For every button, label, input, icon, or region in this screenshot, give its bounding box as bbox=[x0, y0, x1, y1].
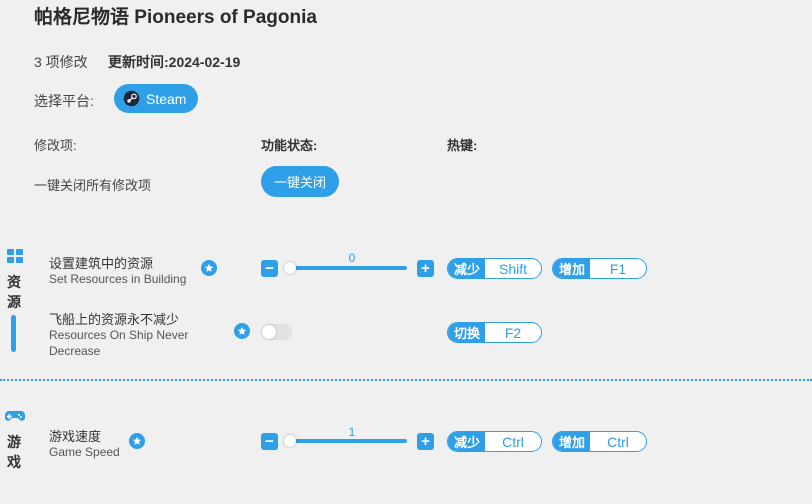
hotkey-action: 增加 bbox=[553, 432, 591, 451]
hotkey-increase[interactable]: 增加 F1 bbox=[552, 258, 647, 279]
favorite-star-icon[interactable] bbox=[201, 260, 217, 276]
increase-button[interactable]: + bbox=[417, 433, 434, 450]
slider-knob[interactable] bbox=[284, 435, 296, 447]
category-resources-char-2: 源 bbox=[7, 294, 21, 310]
category-resources-char-1: 资 bbox=[7, 274, 21, 290]
slider-knob[interactable] bbox=[284, 262, 296, 274]
category-game-char-1: 游 bbox=[7, 434, 21, 450]
decrease-button[interactable]: − bbox=[261, 260, 278, 277]
column-state-header: 功能状态: bbox=[261, 138, 318, 153]
steam-label: Steam bbox=[146, 90, 187, 107]
update-date: 更新时间:2024-02-19 bbox=[108, 54, 241, 70]
hotkey-toggle[interactable]: 切换 F2 bbox=[447, 322, 542, 343]
option-label-en-line2: Decrease bbox=[49, 344, 101, 358]
steam-platform-button[interactable]: Steam bbox=[114, 84, 198, 113]
option-label-en: Game Speed bbox=[49, 445, 120, 459]
slider-track[interactable] bbox=[286, 266, 407, 270]
increase-button[interactable]: + bbox=[417, 260, 434, 277]
option-label-cn: 游戏速度 bbox=[49, 429, 102, 444]
hotkey-action: 切换 bbox=[448, 323, 486, 342]
mod-count: 3 项修改 bbox=[34, 54, 88, 70]
hotkey-decrease[interactable]: 减少 Shift bbox=[447, 258, 542, 279]
favorite-star-icon[interactable] bbox=[129, 433, 145, 449]
option-label-cn: 设置建筑中的资源 bbox=[49, 256, 154, 271]
slider-track[interactable] bbox=[286, 439, 407, 443]
platform-label: 选择平台: bbox=[34, 93, 94, 109]
column-mods-header: 修改项: bbox=[34, 138, 77, 153]
hotkey-key: F1 bbox=[609, 260, 627, 277]
option-label-en-line1: Resources On Ship Never bbox=[49, 328, 189, 342]
column-hotkey-header: 热键: bbox=[447, 138, 478, 153]
hotkey-action: 增加 bbox=[553, 259, 591, 278]
category-game-char-2: 戏 bbox=[7, 454, 21, 470]
gamepad-icon bbox=[5, 411, 25, 421]
hotkey-action: 减少 bbox=[448, 259, 486, 278]
hotkey-key: Ctrl bbox=[607, 433, 629, 450]
toggle-knob bbox=[262, 325, 276, 339]
close-all-label: 一键关闭所有修改项 bbox=[34, 178, 152, 193]
hotkey-action: 减少 bbox=[448, 432, 486, 451]
section-divider bbox=[0, 379, 812, 381]
decrease-button[interactable]: − bbox=[261, 433, 278, 450]
hotkey-key: F2 bbox=[504, 324, 522, 341]
grid-icon bbox=[7, 249, 23, 263]
slider-value: 1 bbox=[348, 425, 356, 439]
hotkey-key: Shift bbox=[499, 260, 528, 277]
favorite-star-icon[interactable] bbox=[234, 323, 250, 339]
steam-icon bbox=[123, 90, 140, 107]
feature-toggle[interactable] bbox=[261, 324, 292, 340]
category-active-indicator bbox=[11, 315, 16, 352]
hotkey-decrease[interactable]: 减少 Ctrl bbox=[447, 431, 542, 452]
hotkey-increase[interactable]: 增加 Ctrl bbox=[552, 431, 647, 452]
option-label-en: Set Resources in Building bbox=[49, 272, 187, 286]
page-title: 帕格尼物语 Pioneers of Pagonia bbox=[34, 7, 317, 28]
option-label-cn: 飞船上的资源永不减少 bbox=[49, 312, 180, 327]
hotkey-key: Ctrl bbox=[502, 433, 524, 450]
slider-value: 0 bbox=[348, 251, 356, 265]
close-all-button[interactable]: 一键关闭 bbox=[261, 166, 339, 197]
